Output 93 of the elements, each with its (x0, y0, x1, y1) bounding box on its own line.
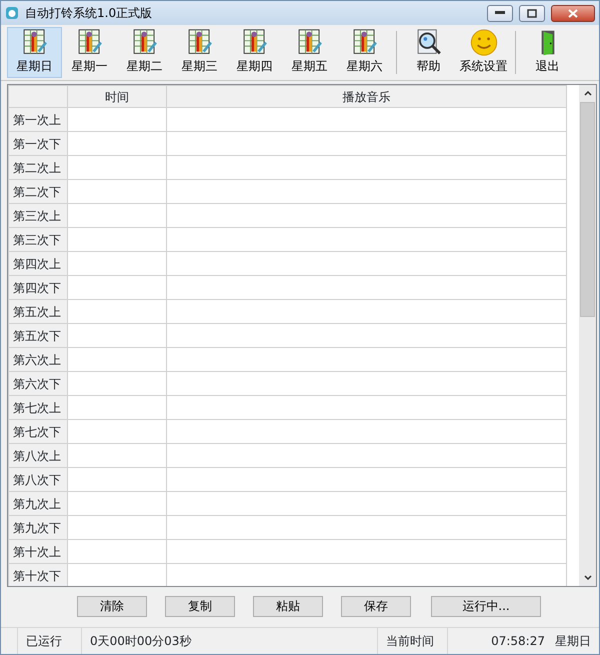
table-cell[interactable] (68, 204, 166, 228)
table-cell[interactable] (166, 396, 566, 420)
day-tab[interactable]: 星期日 (7, 27, 62, 78)
day-tab[interactable]: 星期五 (282, 27, 337, 78)
table-cell[interactable] (68, 324, 166, 348)
table-cell[interactable] (166, 444, 566, 468)
row-header: 第十次下 (8, 564, 68, 586)
row-header: 第九次下 (8, 516, 68, 540)
row-header: 第二次下 (8, 180, 68, 204)
day-tab[interactable]: 星期六 (337, 27, 392, 78)
table-cell[interactable] (68, 540, 166, 564)
row-header: 第五次上 (8, 300, 68, 324)
row-header: 第六次上 (8, 348, 68, 372)
scroll-up-icon[interactable] (584, 91, 592, 96)
table-cell[interactable] (68, 516, 166, 540)
day-tab[interactable]: 星期四 (227, 27, 282, 78)
table-cell[interactable] (166, 324, 566, 348)
status-label: 当前时间 (386, 633, 434, 650)
row-header: 第一次上 (8, 108, 68, 132)
day-tab[interactable]: 星期二 (117, 27, 172, 78)
row-header: 第八次下 (8, 468, 68, 492)
table-cell[interactable] (166, 180, 566, 204)
table-cell[interactable] (166, 252, 566, 276)
row-header: 第九次上 (8, 492, 68, 516)
day-tab[interactable]: 星期一 (62, 27, 117, 78)
maximize-button[interactable] (519, 4, 545, 22)
row-header: 第一次下 (8, 132, 68, 156)
table-cell[interactable] (68, 348, 166, 372)
table-cell[interactable] (68, 132, 166, 156)
day-tab[interactable]: 星期三 (172, 27, 227, 78)
clock-time: 07:58:27 (491, 633, 545, 650)
row-header: 第六次下 (8, 372, 68, 396)
table-cell[interactable] (166, 372, 566, 396)
table-cell[interactable] (166, 540, 566, 564)
scroll-thumb[interactable] (580, 102, 595, 317)
toolbar-button[interactable]: 帮助 (401, 27, 456, 78)
table-cell[interactable] (166, 156, 566, 180)
maximize-icon[interactable] (527, 8, 537, 18)
table-cell[interactable] (68, 228, 166, 252)
row-header: 第三次下 (8, 228, 68, 252)
row-header: 第七次下 (8, 420, 68, 444)
table-cell[interactable] (166, 420, 566, 444)
minimize-icon[interactable] (495, 11, 505, 15)
toolbar-button[interactable]: 退出 (520, 27, 575, 78)
table-cell[interactable] (166, 276, 566, 300)
table-cell[interactable] (68, 156, 166, 180)
action-button[interactable]: 清除 (77, 596, 147, 616)
table-cell[interactable] (68, 420, 166, 444)
row-header: 第七次上 (8, 396, 68, 420)
table-cell[interactable] (166, 204, 566, 228)
table-cell[interactable] (68, 180, 166, 204)
table-cell[interactable] (68, 276, 166, 300)
table-cell[interactable] (166, 516, 566, 540)
table-cell[interactable] (166, 108, 566, 132)
table-cell[interactable] (68, 300, 166, 324)
row-header: 第四次下 (8, 276, 68, 300)
toolbar-button[interactable]: 系统设置 (456, 27, 511, 78)
scrollbar[interactable] (579, 85, 596, 586)
minimize-button[interactable] (487, 4, 513, 22)
action-button[interactable]: 粘贴 (253, 596, 323, 616)
table-cell[interactable] (68, 396, 166, 420)
close-icon[interactable] (568, 8, 578, 18)
action-button[interactable]: 复制 (165, 596, 235, 616)
row-header: 第四次上 (8, 252, 68, 276)
table-cell[interactable] (166, 468, 566, 492)
header-corner (8, 86, 68, 108)
column-header: 时间 (68, 86, 166, 108)
table-cell[interactable] (68, 252, 166, 276)
weekday-text: 星期日 (555, 633, 591, 650)
close-button[interactable] (551, 4, 595, 22)
status-label: 已运行 (26, 633, 62, 650)
table-cell[interactable] (68, 108, 166, 132)
elapsed-time: 0天00时00分03秒 (90, 633, 192, 650)
table-cell[interactable] (68, 372, 166, 396)
row-header: 第五次下 (8, 324, 68, 348)
table-cell[interactable] (166, 132, 566, 156)
table-cell[interactable] (166, 300, 566, 324)
table-cell[interactable] (166, 348, 566, 372)
action-button[interactable]: 保存 (341, 596, 411, 616)
row-header: 第十次上 (8, 540, 68, 564)
table-cell[interactable] (68, 468, 166, 492)
row-header: 第八次上 (8, 444, 68, 468)
app-icon (5, 6, 19, 20)
scroll-down-icon[interactable] (584, 575, 592, 580)
column-header: 播放音乐 (166, 86, 566, 108)
table-cell[interactable] (68, 492, 166, 516)
window-title: 自动打铃系统1.0正式版 (25, 5, 154, 22)
row-header: 第三次上 (8, 204, 68, 228)
action-button[interactable]: 运行中... (431, 596, 541, 616)
table-cell[interactable] (68, 444, 166, 468)
table-cell[interactable] (166, 228, 566, 252)
row-header: 第二次上 (8, 156, 68, 180)
table-cell[interactable] (166, 492, 566, 516)
